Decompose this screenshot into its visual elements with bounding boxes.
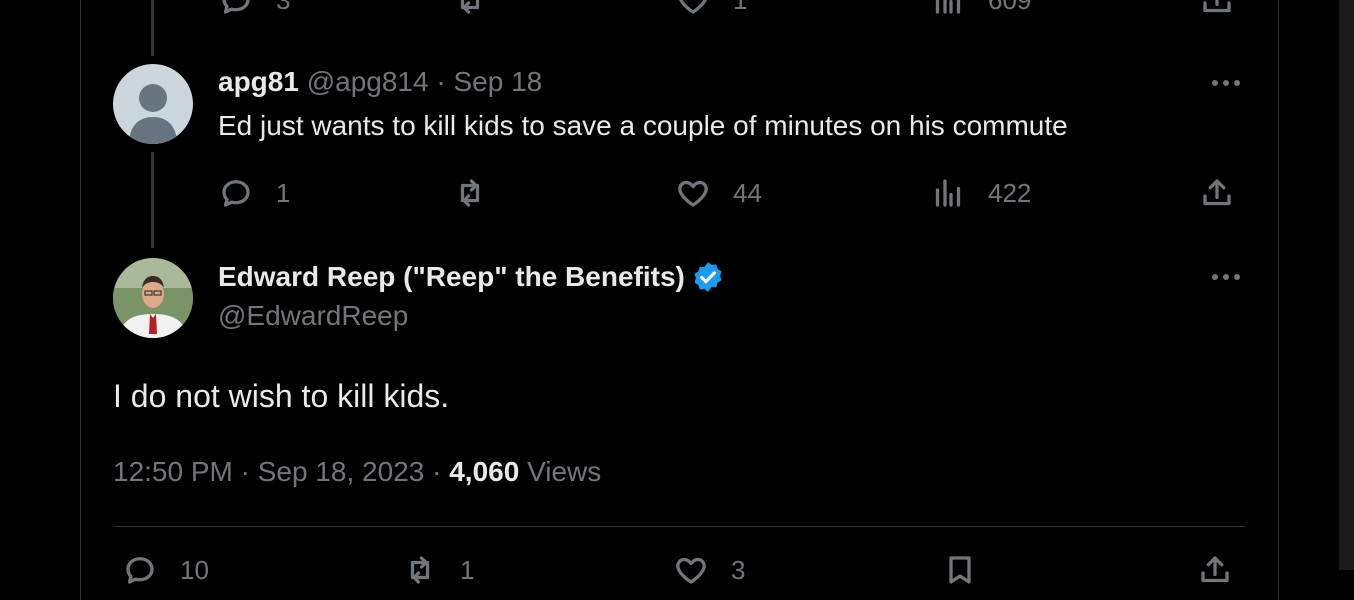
share-action-main[interactable] [1197, 552, 1233, 588]
views-count: 609 [988, 0, 1031, 16]
reply-icon [126, 557, 154, 584]
tweet-date[interactable]: Sep 18, 2023 [258, 456, 425, 487]
views-action-top[interactable]: 609 [930, 0, 1031, 18]
main-more-button[interactable] [1212, 274, 1240, 280]
reply-count: 3 [276, 0, 290, 16]
like-action-main[interactable]: 3 [673, 552, 745, 588]
reply-icon [222, 0, 250, 14]
like-count: 3 [731, 554, 746, 585]
main-tweet-text: I do not wish to kill kids. [113, 378, 450, 414]
separator-dot: · [432, 456, 442, 487]
main-author-row: Edward Reep ("Reep" the Benefits) [218, 260, 725, 294]
retweet-icon [460, 179, 480, 207]
views-count: 422 [988, 177, 1032, 208]
share-icon [1203, 179, 1231, 206]
like-action-top[interactable]: 1 [675, 0, 747, 18]
bookmark-icon [949, 556, 971, 584]
views-action[interactable]: 422 [930, 175, 1031, 211]
default-avatar-icon [129, 84, 177, 144]
reply-count: 1 [276, 177, 291, 208]
retweet-count: 1 [460, 554, 475, 585]
main-author-name[interactable]: Edward Reep ("Reep" the Benefits) [218, 261, 685, 293]
divider [113, 526, 1245, 527]
tweet-time[interactable]: 12:50 PM [113, 456, 233, 487]
separator-dot: · [436, 66, 446, 97]
views-icon [935, 179, 961, 207]
like-count: 1 [733, 0, 747, 16]
main-author-handle[interactable]: @EdwardReep [218, 300, 408, 332]
share-icon [1201, 556, 1229, 583]
scrollbar[interactable] [1339, 0, 1354, 570]
thread-line-top [151, 0, 154, 56]
avatar-default[interactable] [113, 64, 193, 144]
retweet-action-top[interactable] [452, 0, 488, 18]
reply-date[interactable]: Sep 18 [453, 66, 542, 97]
bookmark-action-main[interactable] [942, 552, 978, 588]
thread-line-mid [151, 152, 154, 248]
reply-author-name[interactable]: apg81 [218, 66, 299, 97]
reply-header: apg81 @apg814 · Sep 18 [218, 66, 542, 98]
like-action[interactable]: 44 [675, 175, 762, 211]
tweet-meta: 12:50 PM · Sep 18, 2023 · 4,060 Views [113, 456, 601, 488]
reply-icon [222, 180, 250, 207]
like-icon [679, 0, 707, 14]
like-count: 44 [733, 177, 762, 208]
like-icon [678, 180, 708, 207]
reply-action[interactable]: 1 [218, 175, 290, 211]
verified-badge-icon[interactable] [691, 260, 725, 294]
reply-text: Ed just wants to kill kids to save a cou… [218, 110, 1068, 141]
views-icon [935, 0, 961, 14]
share-icon [1203, 0, 1231, 13]
retweet-action-main[interactable]: 1 [402, 552, 474, 588]
avatar-edward-reep[interactable] [113, 258, 193, 338]
reply-action-top[interactable]: 3 [218, 0, 290, 18]
reply-action-main[interactable]: 10 [122, 552, 209, 588]
like-icon [676, 557, 706, 584]
separator-dot: · [240, 456, 250, 487]
profile-photo [113, 258, 193, 338]
views-label: Views [527, 456, 602, 487]
reply-count: 10 [180, 554, 209, 585]
reply-author-handle[interactable]: @apg814 [307, 66, 429, 97]
retweet-icon [410, 556, 430, 584]
views-total: 4,060 [449, 456, 520, 487]
share-action[interactable] [1199, 175, 1235, 211]
retweet-icon [460, 0, 480, 14]
share-action-top[interactable] [1199, 0, 1235, 18]
retweet-action[interactable] [452, 175, 488, 211]
reply-more-button[interactable] [1212, 80, 1240, 86]
